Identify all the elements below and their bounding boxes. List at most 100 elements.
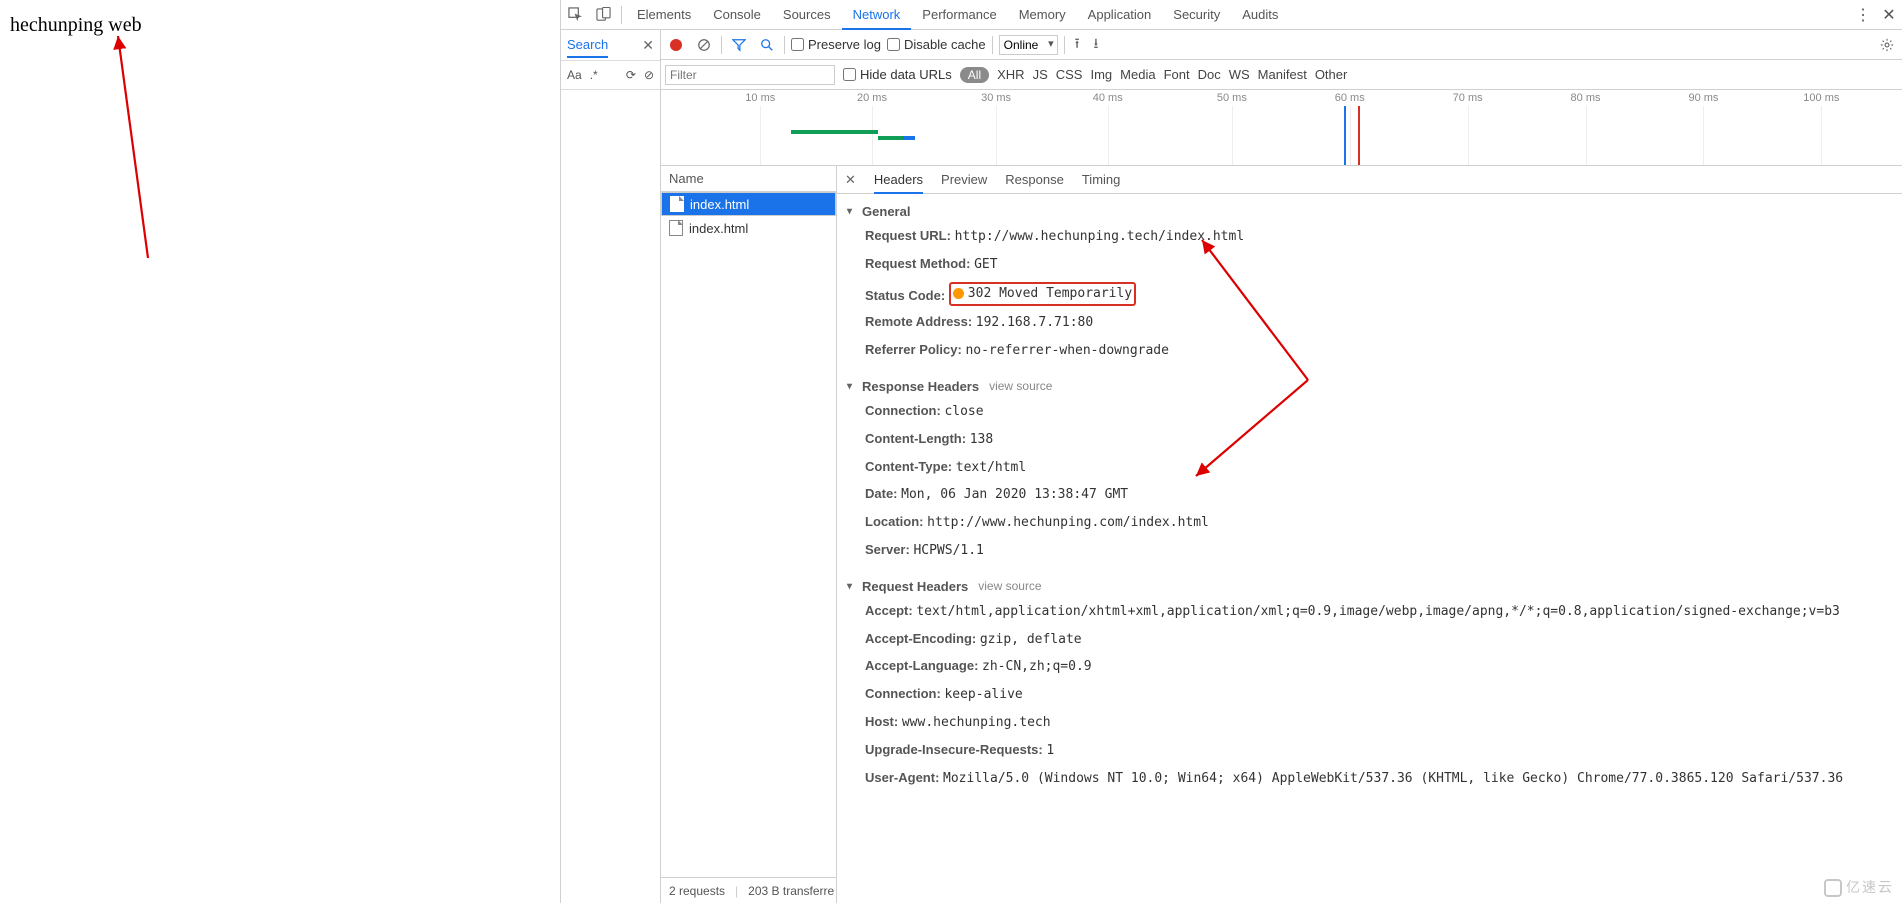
kebab-menu-icon[interactable]: ⋮ bbox=[1850, 5, 1876, 25]
timeline-tick: 100 ms bbox=[1803, 92, 1839, 104]
match-case-toggle[interactable]: Aa bbox=[567, 68, 582, 82]
detail-tab-timing[interactable]: Timing bbox=[1082, 166, 1121, 194]
location-header-value: http://www.hechunping.com/index.html bbox=[927, 515, 1209, 530]
tab-network[interactable]: Network bbox=[842, 0, 912, 30]
remote-address-value: 192.168.7.71:80 bbox=[976, 315, 1093, 330]
timeline-tick: 80 ms bbox=[1571, 92, 1601, 104]
watermark: 亿速云 bbox=[1824, 877, 1894, 897]
device-toggle-icon[interactable] bbox=[589, 1, 617, 29]
tab-performance[interactable]: Performance bbox=[911, 0, 1007, 30]
column-header-name[interactable]: Name bbox=[661, 166, 836, 192]
filter-xhr[interactable]: XHR bbox=[997, 67, 1024, 82]
timeline-tick: 40 ms bbox=[1093, 92, 1123, 104]
disable-cache-checkbox[interactable]: Disable cache bbox=[887, 37, 986, 52]
timeline-bar bbox=[903, 136, 915, 140]
section-header-general[interactable]: General bbox=[847, 200, 1892, 223]
request-list: Name index.html index.html 2 requests | … bbox=[661, 166, 837, 903]
headers-body[interactable]: General Request URL: http://www.hechunpi… bbox=[837, 194, 1902, 903]
timeline-tick: 10 ms bbox=[745, 92, 775, 104]
watermark-logo-icon bbox=[1824, 879, 1842, 897]
close-detail-icon[interactable]: ✕ bbox=[845, 172, 856, 188]
filter-all[interactable]: All bbox=[960, 67, 989, 83]
view-source-link[interactable]: view source bbox=[989, 379, 1052, 393]
request-url-value: http://www.hechunping.tech/index.html bbox=[955, 229, 1245, 244]
referrer-policy-value: no-referrer-when-downgrade bbox=[965, 343, 1169, 358]
throttling-select[interactable]: Online bbox=[999, 35, 1058, 55]
detail-tabbar: ✕ Headers Preview Response Timing bbox=[837, 166, 1902, 194]
domcontentloaded-line bbox=[1344, 106, 1346, 165]
requests-count: 2 requests bbox=[669, 884, 725, 898]
request-name: index.html bbox=[690, 197, 749, 212]
status-dot-icon bbox=[953, 288, 964, 299]
load-line bbox=[1358, 106, 1360, 165]
view-source-link[interactable]: view source bbox=[978, 579, 1041, 593]
search-title: Search bbox=[567, 37, 608, 58]
detail-tab-response[interactable]: Response bbox=[1005, 166, 1064, 194]
refresh-icon[interactable]: ⟳ bbox=[626, 68, 636, 82]
tab-application[interactable]: Application bbox=[1077, 0, 1163, 30]
section-header-request[interactable]: Request Headersview source bbox=[847, 575, 1892, 598]
tab-sources[interactable]: Sources bbox=[772, 0, 842, 30]
search-options-bar: Aa .* ⟳ ⊘ bbox=[561, 60, 660, 90]
filter-ws[interactable]: WS bbox=[1229, 67, 1250, 82]
regex-toggle[interactable]: .* bbox=[590, 68, 598, 82]
search-header: Search ✕ bbox=[561, 30, 660, 60]
close-devtools-icon[interactable]: ✕ bbox=[1876, 5, 1902, 25]
search-icon[interactable] bbox=[756, 34, 778, 56]
tab-memory[interactable]: Memory bbox=[1008, 0, 1077, 30]
filter-icon[interactable] bbox=[728, 34, 750, 56]
general-section: General Request URL: http://www.hechunpi… bbox=[847, 200, 1892, 365]
filter-other[interactable]: Other bbox=[1315, 67, 1348, 82]
hide-data-urls-checkbox[interactable]: Hide data URLs bbox=[843, 67, 952, 82]
tab-security[interactable]: Security bbox=[1162, 0, 1231, 30]
clear-icon[interactable]: ⊘ bbox=[644, 68, 654, 82]
filter-media[interactable]: Media bbox=[1120, 67, 1155, 82]
request-detail: ✕ Headers Preview Response Timing Genera… bbox=[837, 166, 1902, 903]
timeline-tick: 60 ms bbox=[1335, 92, 1365, 104]
annotation-arrow-1 bbox=[108, 28, 168, 268]
document-icon bbox=[670, 196, 684, 212]
filter-bar: Hide data URLs All XHR JS CSS Img Media … bbox=[661, 60, 1902, 90]
request-name: index.html bbox=[689, 221, 748, 236]
record-button[interactable] bbox=[665, 34, 687, 56]
tab-elements[interactable]: Elements bbox=[626, 0, 702, 30]
filter-manifest[interactable]: Manifest bbox=[1258, 67, 1307, 82]
request-headers-section: Request Headersview source Accept: text/… bbox=[847, 575, 1892, 793]
waterfall-overview[interactable]: 10 ms 20 ms 30 ms 40 ms 50 ms 60 ms 70 m… bbox=[661, 90, 1902, 166]
tab-audits[interactable]: Audits bbox=[1231, 0, 1289, 30]
timeline-bar bbox=[791, 130, 878, 134]
transferred-size: 203 B transferre bbox=[748, 884, 834, 898]
clear-button[interactable] bbox=[693, 34, 715, 56]
timeline-tick: 70 ms bbox=[1453, 92, 1483, 104]
preserve-log-checkbox[interactable]: Preserve log bbox=[791, 37, 881, 52]
filter-doc[interactable]: Doc bbox=[1198, 67, 1221, 82]
detail-tab-preview[interactable]: Preview bbox=[941, 166, 987, 194]
filter-js[interactable]: JS bbox=[1033, 67, 1048, 82]
devtools-panel: Elements Console Sources Network Perform… bbox=[560, 0, 1902, 903]
request-method-value: GET bbox=[974, 257, 997, 272]
timeline-tick: 20 ms bbox=[857, 92, 887, 104]
download-har-icon[interactable]: ⭳ bbox=[1090, 33, 1103, 57]
timeline-tick: 50 ms bbox=[1217, 92, 1247, 104]
inspect-icon[interactable] bbox=[561, 1, 589, 29]
status-bar: 2 requests | 203 B transferre bbox=[661, 877, 836, 903]
filter-input[interactable] bbox=[665, 65, 835, 85]
timeline-tick: 90 ms bbox=[1688, 92, 1718, 104]
upload-har-icon[interactable]: ⭱ bbox=[1071, 33, 1084, 57]
request-row[interactable]: index.html bbox=[661, 192, 836, 216]
settings-gear-icon[interactable] bbox=[1876, 34, 1898, 56]
timeline-bar bbox=[878, 136, 903, 140]
detail-tab-headers[interactable]: Headers bbox=[874, 166, 923, 194]
network-main: Preserve log Disable cache Online ⭱ ⭳ Hi… bbox=[661, 30, 1902, 903]
search-close-icon[interactable]: ✕ bbox=[642, 37, 654, 54]
separator bbox=[621, 6, 622, 24]
filter-font[interactable]: Font bbox=[1164, 67, 1190, 82]
document-icon bbox=[669, 220, 683, 236]
filter-css[interactable]: CSS bbox=[1056, 67, 1083, 82]
request-row[interactable]: index.html bbox=[661, 216, 836, 240]
devtools-tabbar: Elements Console Sources Network Perform… bbox=[561, 0, 1902, 30]
section-header-response[interactable]: Response Headersview source bbox=[847, 375, 1892, 398]
response-headers-section: Response Headersview source Connection: … bbox=[847, 375, 1892, 565]
tab-console[interactable]: Console bbox=[702, 0, 772, 30]
filter-img[interactable]: Img bbox=[1090, 67, 1112, 82]
